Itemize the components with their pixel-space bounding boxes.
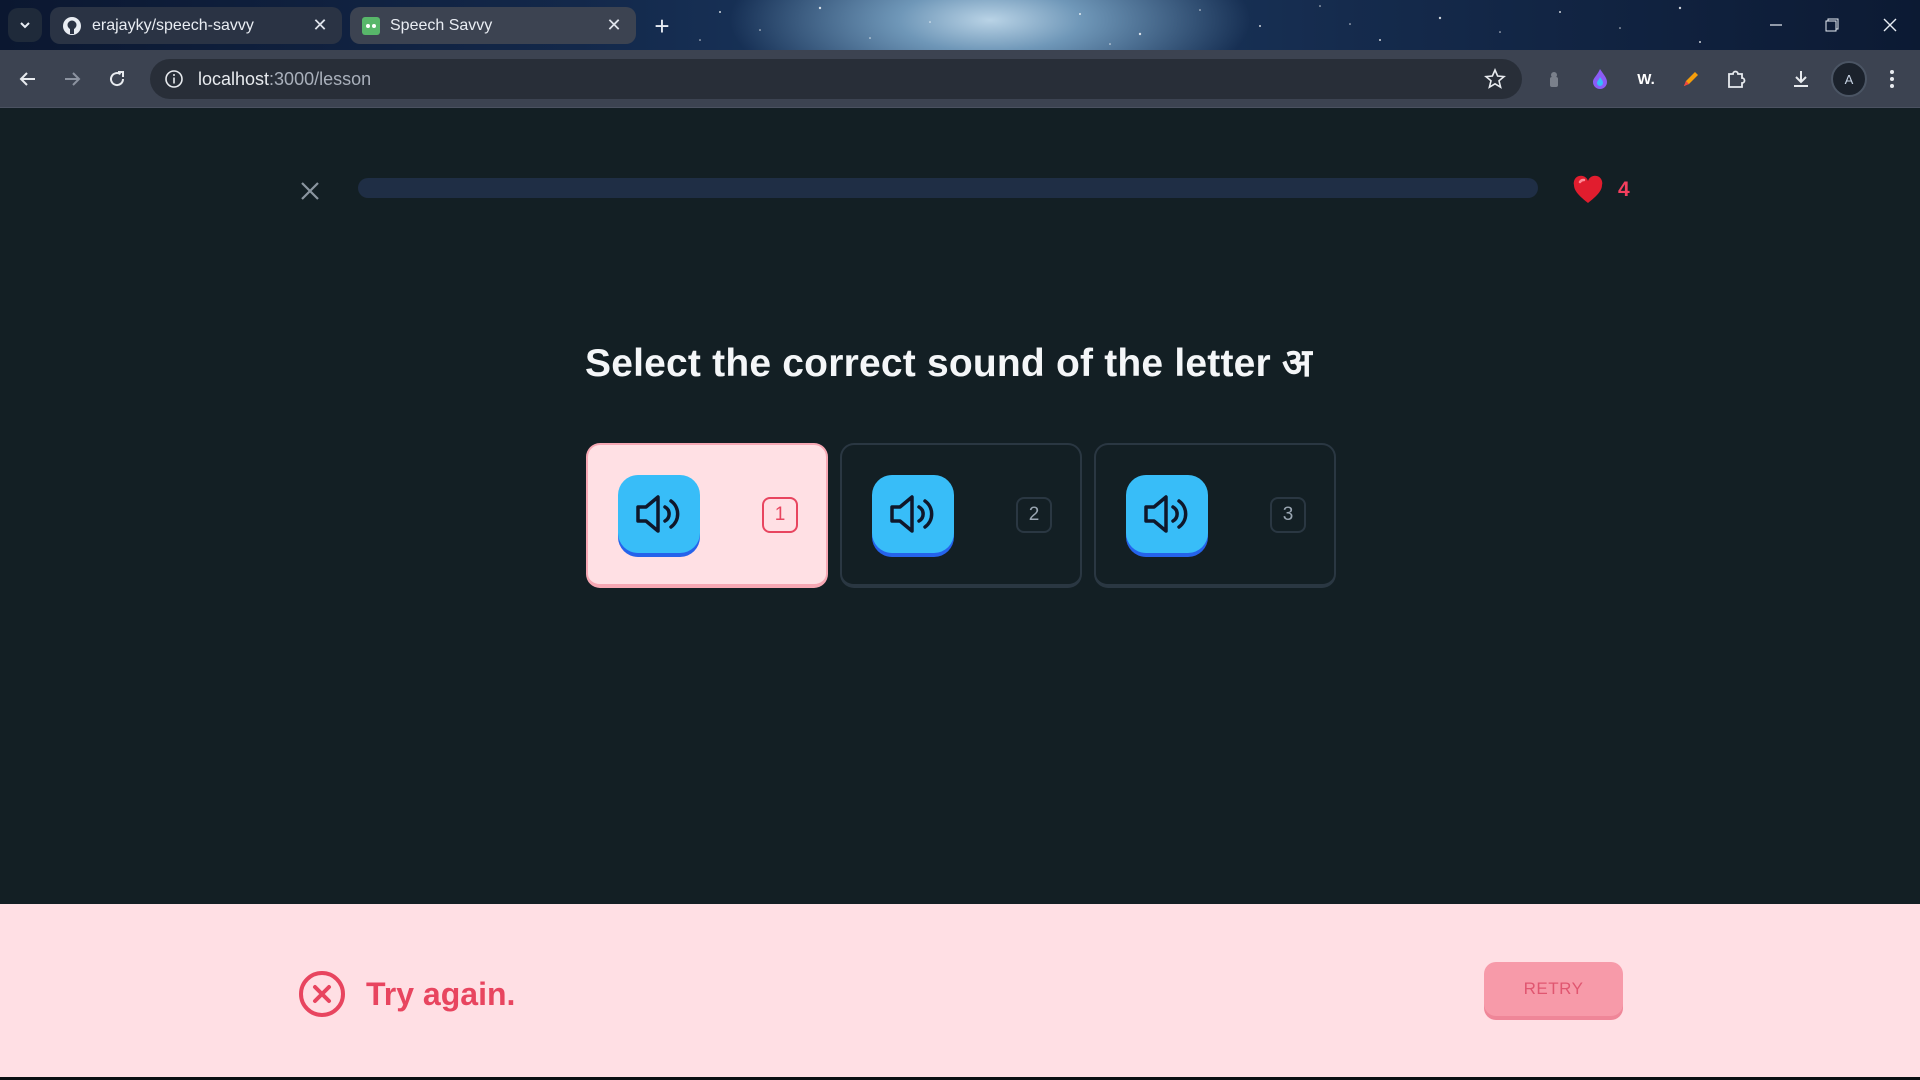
arrow-left-icon: [19, 72, 35, 86]
site-info-icon[interactable]: [164, 69, 184, 89]
retry-button[interactable]: RETRY: [1484, 962, 1623, 1016]
question-heading: Select the correct sound of the letter अ: [585, 342, 1312, 385]
back-button[interactable]: [10, 61, 46, 97]
play-audio-button[interactable]: [1126, 475, 1208, 553]
minimize-button[interactable]: [1756, 10, 1796, 40]
url-text[interactable]: localhost:3000/lesson: [198, 69, 371, 90]
extension-flame-icon[interactable]: [1586, 65, 1614, 93]
play-audio-button[interactable]: [618, 475, 700, 553]
restore-button[interactable]: [1812, 10, 1852, 40]
close-window-button[interactable]: [1870, 10, 1910, 40]
download-icon[interactable]: [1787, 65, 1815, 93]
feedback-message: Try again.: [366, 975, 516, 1012]
restore-icon: [1825, 18, 1839, 32]
heart-icon: [1573, 175, 1603, 203]
feedback-footer: Try again. RETRY: [0, 904, 1920, 1080]
choice-shortcut: 2: [1016, 497, 1052, 533]
url-path: :3000/lesson: [269, 68, 372, 89]
extension-w-icon[interactable]: W.: [1632, 65, 1660, 93]
more-menu-icon[interactable]: [1878, 65, 1906, 93]
close-tab-icon[interactable]: ✕: [310, 15, 330, 36]
feedback-status: Try again.: [298, 970, 515, 1018]
choice-card-3[interactable]: 3: [1094, 443, 1336, 588]
choice-shortcut: 3: [1270, 497, 1306, 533]
speaker-icon: [890, 495, 934, 533]
choice-card-2[interactable]: 2: [840, 443, 1082, 588]
speech-savvy-icon: [362, 16, 380, 35]
speaker-icon: [636, 495, 680, 533]
minimize-icon: [1770, 24, 1782, 26]
tab-speech-savvy[interactable]: Speech Savvy ✕: [350, 7, 636, 44]
profile-avatar[interactable]: A: [1831, 61, 1867, 97]
choice-card-1[interactable]: 1: [586, 443, 828, 588]
choice-shortcut: 1: [762, 497, 798, 533]
close-tab-icon[interactable]: ✕: [604, 15, 624, 36]
extension-pen-icon[interactable]: [1677, 65, 1705, 93]
chevron-down-icon: [20, 22, 30, 29]
tab-github[interactable]: erajayky/speech-savvy ✕: [50, 7, 342, 44]
extension-lock-icon[interactable]: [1540, 65, 1568, 93]
github-icon: [63, 16, 81, 35]
exit-lesson-button[interactable]: [296, 177, 324, 205]
lesson-progress-bar: [358, 178, 1538, 198]
lesson-page: 4 Select the correct sound of the letter…: [0, 109, 1920, 1080]
speaker-icon: [1144, 495, 1188, 533]
extensions-puzzle-icon[interactable]: [1722, 65, 1750, 93]
tab-search-button[interactable]: [8, 8, 42, 42]
choice-list: 1 2 3: [586, 443, 1336, 588]
forward-button[interactable]: [54, 61, 90, 97]
close-icon: [301, 182, 319, 200]
browser-tab-strip: erajayky/speech-savvy ✕ Speech Savvy ✕ +: [0, 0, 1920, 50]
close-icon: [1883, 18, 1897, 32]
new-tab-button[interactable]: +: [646, 10, 678, 42]
hearts-count: 4: [1618, 178, 1630, 201]
play-audio-button[interactable]: [872, 475, 954, 553]
tab-title: erajayky/speech-savvy: [92, 16, 254, 34]
tab-title: Speech Savvy: [390, 16, 493, 34]
reload-button[interactable]: [99, 61, 135, 97]
arrow-right-icon: [65, 72, 81, 86]
url-host: localhost: [198, 68, 270, 89]
reload-icon: [110, 71, 125, 87]
browser-toolbar: localhost:3000/lesson W. A: [0, 50, 1920, 108]
hearts-counter: 4: [1572, 175, 1630, 205]
x-circle-icon: [299, 971, 345, 1017]
address-bar[interactable]: localhost:3000/lesson: [150, 59, 1522, 99]
bookmark-star-icon[interactable]: [1484, 68, 1506, 90]
